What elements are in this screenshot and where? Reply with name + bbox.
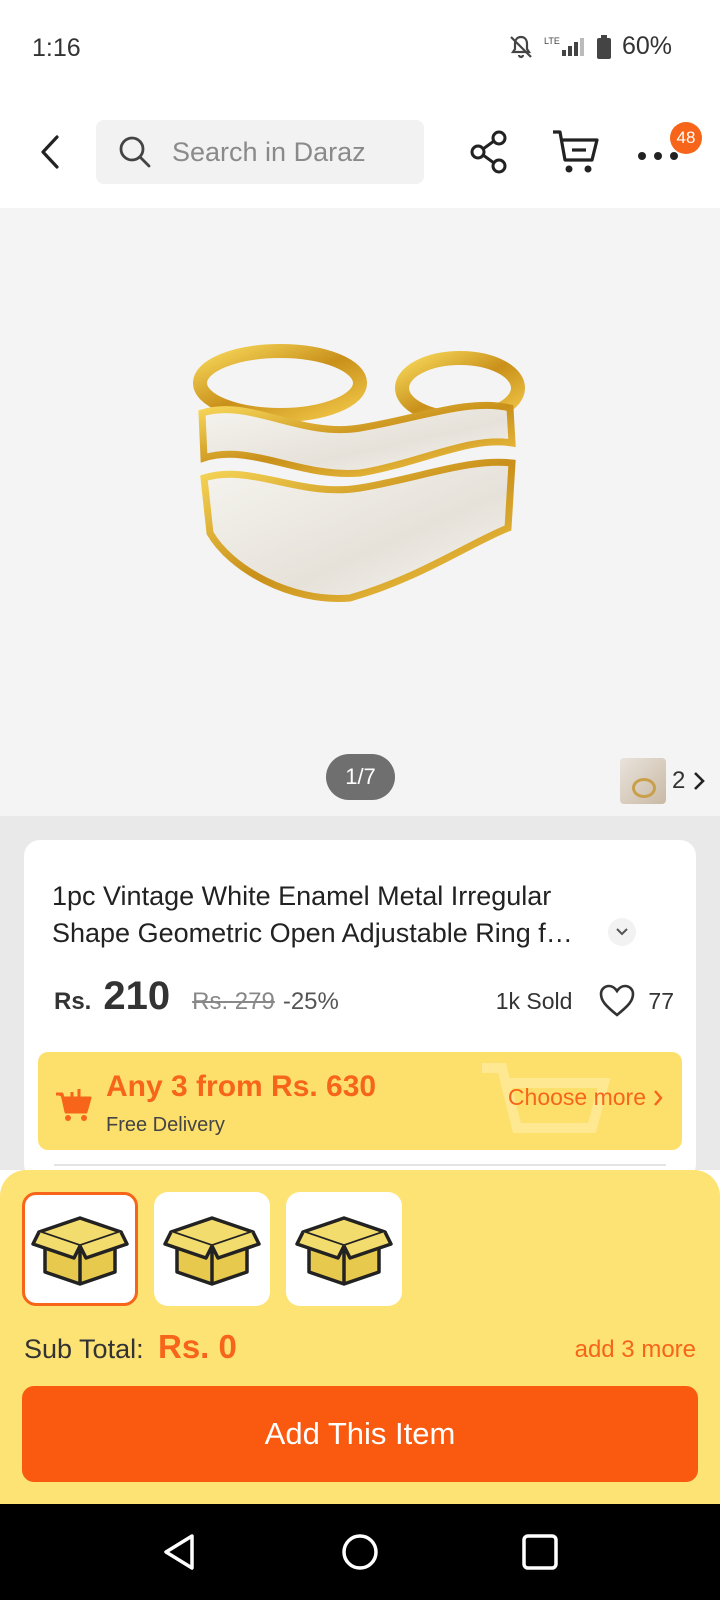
nav-recents-button[interactable] <box>520 1532 560 1577</box>
shopping-cart-icon <box>56 1089 92 1121</box>
bundle-bottom-sheet: Sub Total: Rs. 0 add 3 more Add This Ite… <box>0 1170 720 1504</box>
choose-more-label: Choose more <box>507 1084 646 1110</box>
search-input[interactable]: Search in Daraz <box>96 120 424 184</box>
subtotal-label: Sub Total: <box>24 1334 144 1364</box>
battery-percent: 60% <box>621 32 672 60</box>
divider <box>54 1164 666 1166</box>
notification-badge: 48 <box>670 122 702 154</box>
product-title[interactable]: 1pc Vintage White Enamel Metal Irregular… <box>52 878 612 952</box>
share-button[interactable] <box>466 128 514 176</box>
nav-home-button[interactable] <box>340 1532 380 1577</box>
top-bar: Search in Daraz 48 <box>0 110 720 194</box>
product-image <box>193 344 525 602</box>
battery-icon <box>596 34 612 60</box>
box-icon <box>295 1216 393 1286</box>
search-icon <box>119 136 151 168</box>
price-row: Rs. 210 Rs. 279 -25% <box>54 974 339 1019</box>
heart-icon[interactable] <box>598 984 636 1018</box>
more-images-button[interactable]: 2 <box>620 758 707 804</box>
promo-title: Any 3 from Rs. 630 <box>106 1070 377 1103</box>
original-price: Rs. 279 <box>192 988 275 1015</box>
price: 210 <box>103 974 171 1018</box>
bundle-slot-1[interactable] <box>22 1192 138 1306</box>
image-thumbnail <box>620 758 666 804</box>
add-this-item-button[interactable]: Add This Item <box>22 1386 698 1482</box>
product-gallery[interactable]: 1/7 2 <box>0 208 720 816</box>
status-time: 1:16 <box>32 34 81 62</box>
chevron-left-icon <box>41 135 59 169</box>
box-icon <box>31 1216 129 1286</box>
nav-back-button[interactable] <box>160 1532 200 1577</box>
square-recents-icon <box>522 1534 558 1570</box>
circle-home-icon <box>342 1534 378 1570</box>
chevron-right-icon <box>694 772 706 790</box>
share-icon <box>470 130 507 174</box>
status-icons: LTE 60% <box>508 32 672 61</box>
more-images-count: 2 <box>672 767 686 794</box>
bundle-promo-banner[interactable]: Any 3 from Rs. 630 Free Delivery Choose … <box>38 1052 682 1150</box>
price-currency: Rs. <box>54 988 92 1015</box>
sold-and-wishlist: 1k Sold 77 <box>496 984 674 1018</box>
signal-icon: LTE <box>544 34 586 60</box>
chevron-down-icon <box>616 928 628 936</box>
expand-title-button[interactable] <box>608 918 636 946</box>
sold-count: 1k Sold <box>495 987 573 1014</box>
svg-text:LTE: LTE <box>544 36 560 46</box>
add-more-hint: add 3 more <box>574 1336 696 1363</box>
search-placeholder: Search in Daraz <box>172 136 366 167</box>
mute-icon <box>508 34 534 60</box>
choose-more-link[interactable]: Choose more <box>508 1084 664 1111</box>
cart-button[interactable] <box>550 126 602 178</box>
back-button[interactable] <box>30 128 70 176</box>
box-icon <box>163 1216 261 1286</box>
triangle-back-icon <box>164 1534 194 1570</box>
cart-icon <box>553 130 599 173</box>
product-info-card: 1pc Vintage White Enamel Metal Irregular… <box>24 840 696 1180</box>
status-bar: 1:16 LTE 60% <box>0 0 720 96</box>
system-nav-bar <box>0 1504 720 1600</box>
subtotal-value: Rs. 0 <box>158 1328 237 1365</box>
wishlist-count: 77 <box>648 987 674 1014</box>
bundle-slot-3[interactable] <box>286 1192 402 1306</box>
discount-percent: -25% <box>282 988 339 1015</box>
image-page-indicator: 1/7 <box>326 754 395 800</box>
promo-subtitle: Free Delivery <box>106 1114 225 1136</box>
chevron-right-icon <box>654 1089 663 1106</box>
bundle-slot-2[interactable] <box>154 1192 270 1306</box>
